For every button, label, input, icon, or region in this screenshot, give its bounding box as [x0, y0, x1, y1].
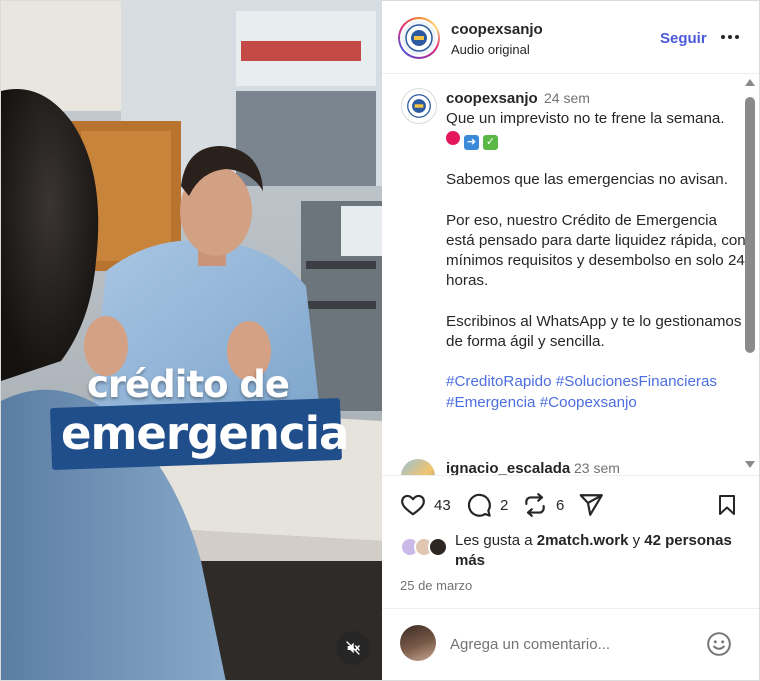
scrollbar-thumb[interactable]	[745, 97, 755, 353]
post-date[interactable]: 25 de marzo	[400, 578, 472, 593]
post-modal: crédito de emergencia coopexsanjo Audio …	[0, 0, 760, 681]
author-avatar[interactable]	[398, 17, 440, 59]
bookmark-icon	[719, 495, 735, 515]
post-details-panel: coopexsanjo Audio original Seguir coopex…	[382, 1, 759, 680]
commenter-username[interactable]: ignacio_escalada	[446, 460, 570, 475]
add-comment-bar	[382, 608, 759, 680]
likes-text: Les gusta a 2match.work y 42 personas má…	[455, 532, 732, 569]
hashtag-link[interactable]: #Emergencia	[446, 394, 536, 411]
caption-intro: Que un imprevisto no te frene la semana.…	[446, 110, 725, 151]
like-count[interactable]: 43	[434, 497, 451, 514]
emoji-picker-button[interactable]	[706, 631, 732, 657]
caption-paragraph: Por eso, nuestro Crédito de Emergencia e…	[446, 211, 746, 290]
liker-username-link[interactable]: 2match.work	[537, 532, 629, 549]
more-options-icon[interactable]	[719, 27, 741, 47]
mute-button[interactable]	[336, 631, 370, 665]
comment-bubble-icon	[467, 493, 491, 517]
audio-label[interactable]: Audio original	[451, 42, 530, 57]
scroll-down-arrow-icon[interactable]	[745, 461, 755, 468]
video-overlay-title-line1: crédito de	[87, 363, 290, 406]
coopexsanjo-logo-icon	[407, 94, 431, 118]
share-button[interactable]	[578, 492, 604, 518]
comment-button[interactable]: 2	[466, 492, 508, 518]
hashtag-link[interactable]: #CreditoRapido	[446, 373, 552, 390]
scroll-up-arrow-icon[interactable]	[745, 79, 755, 86]
hashtag-link[interactable]: #Coopexsanjo	[540, 394, 637, 411]
send-paper-plane-icon	[579, 494, 603, 516]
caption-paragraph: Escribinos al WhatsApp y te lo gestionam…	[446, 312, 742, 351]
red-circle-icon	[446, 131, 460, 146]
right-arrow-icon: ➜	[464, 135, 479, 151]
commenter-avatar[interactable]	[401, 459, 435, 475]
author-username[interactable]: coopexsanjo	[451, 21, 543, 38]
follow-button[interactable]: Seguir	[660, 30, 707, 47]
reel-video[interactable]: crédito de emergencia	[1, 1, 382, 680]
caption-hashtags: #CreditoRapido #SolucionesFinancieras #E…	[446, 372, 746, 413]
hashtag-link[interactable]: #SolucionesFinancieras	[556, 373, 717, 390]
speaker-muted-icon	[346, 641, 360, 655]
repost-count[interactable]: 6	[556, 497, 564, 514]
comments-scrollbar[interactable]	[744, 75, 756, 475]
repost-icon	[525, 493, 545, 517]
video-frame-image	[1, 1, 382, 680]
caption-paragraph: Sabemos que las emergencias no avisan.	[446, 171, 728, 189]
video-overlay-title-line2: emergencia	[61, 407, 349, 460]
comment-input[interactable]	[450, 633, 680, 655]
caption-timestamp[interactable]: 24 sem	[544, 90, 590, 106]
liker-avatars[interactable]	[400, 537, 452, 559]
post-caption: Que un imprevisto no te frene la semana.…	[446, 109, 746, 413]
caption-username[interactable]: coopexsanjo	[446, 90, 538, 107]
check-mark-icon: ✓	[483, 135, 498, 151]
heart-icon	[401, 494, 425, 516]
post-header: coopexsanjo Audio original Seguir	[382, 1, 759, 74]
comment-timestamp[interactable]: 23 sem	[574, 460, 620, 475]
repost-button[interactable]: 6	[522, 492, 564, 518]
like-button[interactable]: 43	[400, 492, 451, 518]
coopexsanjo-logo-icon	[405, 24, 433, 52]
liker-avatar[interactable]	[428, 537, 448, 557]
caption-author-avatar[interactable]	[401, 88, 437, 124]
save-button[interactable]	[715, 492, 739, 518]
smiley-face-icon	[707, 632, 731, 656]
comments-scroll-area[interactable]: coopexsanjo 24 sem Que un imprevisto no …	[382, 75, 759, 475]
current-user-avatar[interactable]	[400, 625, 436, 661]
post-actions: 43 2 6 Les gusta a 2match.work y 42 pers…	[382, 475, 759, 625]
comment-count[interactable]: 2	[500, 497, 508, 514]
